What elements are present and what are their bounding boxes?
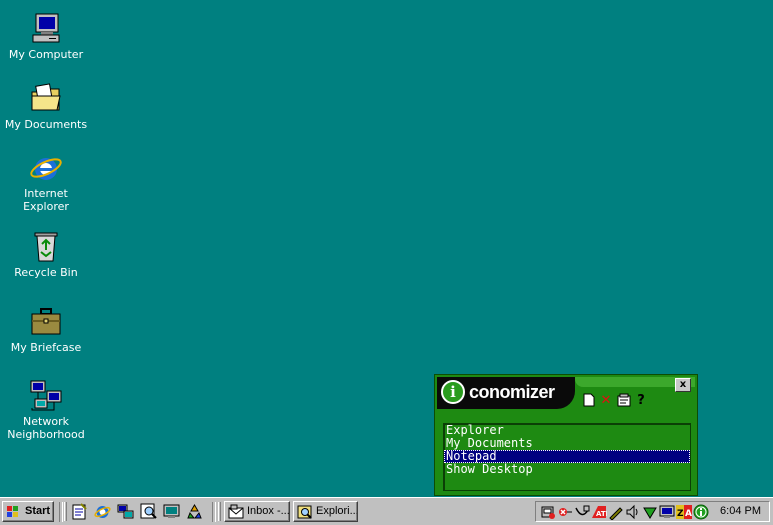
quick-launch-grip[interactable] [64,502,67,521]
zonealarm-icon[interactable]: ZA [676,504,692,520]
clock[interactable]: 6:04 PM [720,502,761,521]
svg-text:ATI: ATI [596,510,607,518]
my-computer-icon [29,12,63,46]
windows-logo-icon [7,506,18,517]
notepad-icon[interactable] [71,503,88,520]
separator [212,502,216,522]
my-documents-folder-icon [29,82,63,116]
inbox-icon [228,504,244,519]
disconnect-icon[interactable] [557,504,573,520]
monitor-icon[interactable] [659,504,675,520]
start-button[interactable]: Start [2,501,54,522]
desktop-icon-network-neighborhood[interactable]: Network Neighborhood [1,379,91,441]
taskbar: Start Inbox -... Explori... ATI Z A 6:04… [0,497,773,525]
network-tray-icon[interactable] [574,504,590,520]
network-neighborhood-icon [29,379,63,413]
ati-icon[interactable]: ATI [591,504,607,520]
desktop-icon-my-briefcase[interactable]: My Briefcase [1,305,91,354]
help-icon[interactable]: ? [633,393,649,409]
desktop-icon-recycle-bin[interactable]: Recycle Bin [1,230,91,279]
close-button[interactable]: x [675,378,691,392]
internet-explorer-icon [29,151,63,185]
desktop-icon-my-documents[interactable]: My Documents [1,82,91,131]
svg-text:A: A [685,509,692,519]
desktop-icon-internet-explorer[interactable]: Internet Explorer [1,151,91,213]
icon-list[interactable]: Explorer My Documents Notepad Show Deskt… [443,423,691,491]
desktop-icon-my-computer[interactable]: My Computer [1,12,91,61]
desktop-icon-label: Recycle Bin [14,266,78,279]
iconomizer-window: i conomizer x ✕ ? Explorer My Documents … [434,374,698,496]
task-button-exploring[interactable]: Explori... [293,501,358,522]
separator [59,502,63,522]
logo-text: conomizer [469,382,555,402]
speaker-icon[interactable] [625,504,641,520]
svg-text:Z: Z [677,509,684,519]
desktop-icon-label: My Documents [4,118,88,131]
recycle-bin-icon [29,230,63,264]
task-label: Inbox -... [247,505,290,517]
briefcase-icon [29,305,63,339]
explorer-search-icon [297,505,312,519]
recycle-icon[interactable] [186,503,203,520]
delete-icon[interactable]: ✕ [598,393,614,409]
pen-icon[interactable] [608,504,624,520]
info-icon[interactable] [693,504,709,520]
new-icon[interactable] [581,393,597,409]
task-label: Explori... [316,505,358,517]
start-label: Start [25,505,51,517]
iconomizer-logo: i conomizer [437,377,575,409]
display-icon[interactable] [163,503,180,520]
network-icon[interactable] [117,503,134,520]
list-item-show-desktop[interactable]: Show Desktop [444,463,690,476]
desktop-icon-label: My Briefcase [10,341,82,354]
volume-icon[interactable] [540,504,556,520]
task-button-inbox[interactable]: Inbox -... [224,501,290,522]
properties-icon[interactable] [616,393,632,409]
desktop-icon-label: My Computer [8,48,84,61]
system-tray: ATI ZA 6:04 PM [535,501,770,522]
desktop-icon-label: Network Neighborhood [7,415,85,441]
find-icon[interactable] [140,503,157,520]
task-grip[interactable] [218,502,221,521]
info-logo-icon: i [441,380,465,404]
internet-explorer-icon[interactable] [94,503,111,520]
desktop-icon-label: Internet Explorer [23,187,69,213]
antivirus-icon[interactable] [642,504,658,520]
